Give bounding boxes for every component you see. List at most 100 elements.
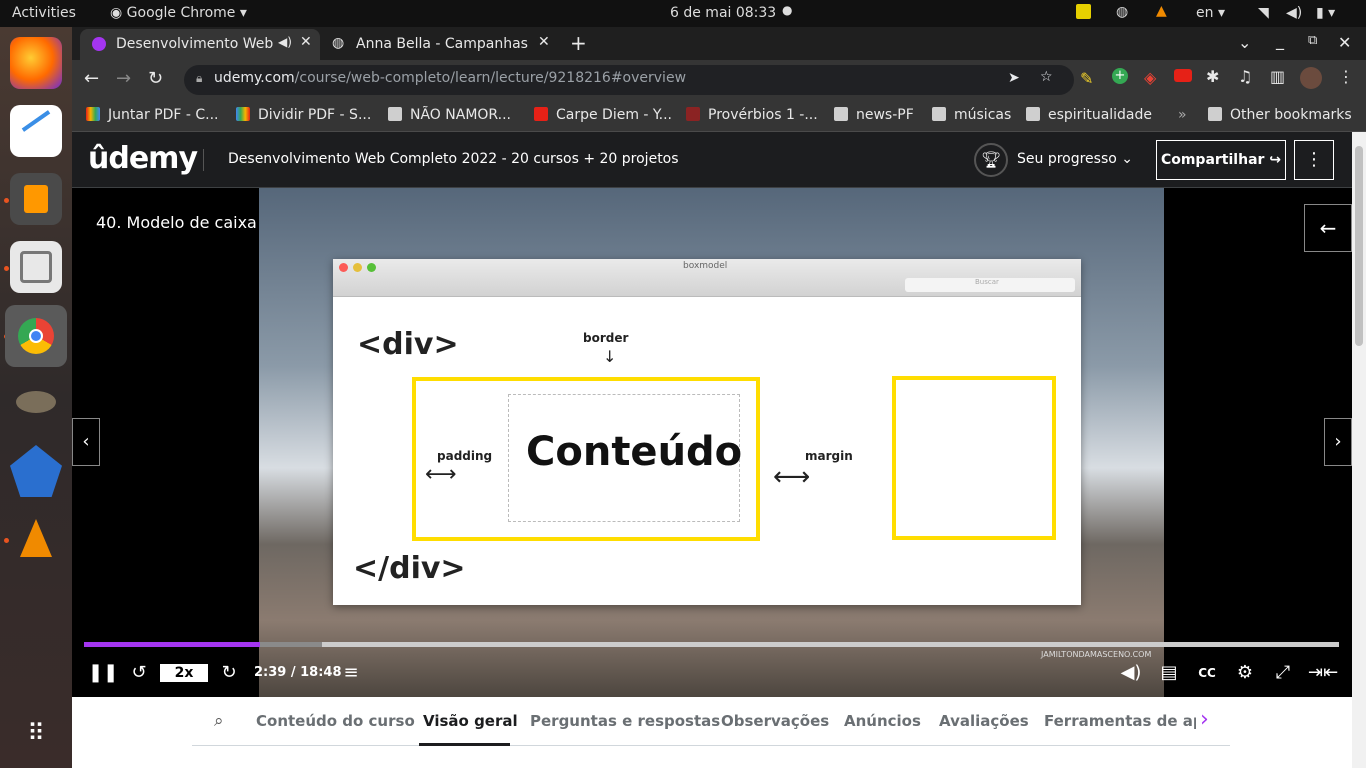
played-bar — [84, 642, 260, 647]
bookmarks-overflow-icon[interactable]: » — [1178, 107, 1187, 123]
tab-notes[interactable]: Observações — [721, 712, 829, 730]
wifi-icon[interactable]: ◥ — [1258, 5, 1269, 21]
share-button[interactable]: Compartilhar ↪ — [1156, 140, 1286, 180]
tabs-scroll-right-icon[interactable]: › — [1200, 707, 1209, 732]
app-store-icon[interactable] — [10, 445, 62, 497]
bookmark-item[interactable]: Provérbios 1 -... — [686, 107, 818, 123]
slide-titlebar: boxmodel Buscar — [333, 259, 1081, 297]
language-indicator[interactable]: en ▾ — [1196, 5, 1225, 21]
show-apps-icon[interactable]: ⠿ — [10, 707, 62, 759]
pause-icon[interactable]: ❚❚ — [88, 660, 118, 686]
battery-icon[interactable]: ▮ ▾ — [1316, 5, 1335, 21]
trophy-icon[interactable]: 🏆︎ — [974, 143, 1008, 177]
audio-playing-icon[interactable]: ◀) — [278, 35, 292, 49]
rewind-icon[interactable]: ↺ — [126, 660, 152, 686]
ext-badge-icon[interactable]: ◈ — [1144, 68, 1156, 87]
forward-icon[interactable]: ↻ — [216, 660, 242, 686]
window-close-icon[interactable]: ✕ — [1338, 33, 1351, 52]
slide-search-field: Buscar — [905, 278, 1075, 292]
clock[interactable]: 6 de mai 08:33 — [670, 5, 776, 21]
padding-arrow-icon: ⟷ — [425, 462, 457, 487]
tab-learning-tools[interactable]: Ferramentas de apre — [1044, 712, 1196, 730]
slide-window-title: boxmodel — [683, 261, 728, 271]
bookmark-folder[interactable]: news-PF — [834, 107, 914, 123]
volume-icon[interactable]: ◀) — [1118, 660, 1144, 686]
back-icon[interactable]: ← — [84, 68, 99, 89]
youtube-ext-icon[interactable] — [1174, 69, 1192, 82]
bookmarks-bar: Juntar PDF - C... Dividir PDF - S... NÃO… — [72, 100, 1366, 132]
tab-close-icon[interactable]: ✕ — [538, 34, 550, 50]
gimp-icon[interactable] — [10, 377, 62, 429]
text-editor-icon[interactable] — [10, 105, 62, 157]
udemy-logo[interactable]: ûdemy — [88, 141, 198, 176]
restore-icon[interactable]: ⧉ — [1308, 33, 1317, 48]
search-icon[interactable]: ⌕ — [214, 711, 224, 731]
prev-lecture-icon[interactable]: ‹ — [72, 418, 100, 466]
theater-mode-icon[interactable]: ⇥⇤ — [1308, 660, 1338, 686]
udemy-header: ûdemy Desenvolvimento Web Completo 2022 … — [72, 132, 1366, 188]
app-menu[interactable]: ◉ Google Chrome ▾ — [110, 5, 247, 21]
tab-close-icon[interactable]: ✕ — [300, 34, 312, 50]
vlc-icon[interactable] — [10, 513, 62, 565]
files-icon[interactable] — [10, 241, 62, 293]
chrome-menu-icon[interactable]: ⋮ — [1338, 67, 1354, 86]
progress-dropdown[interactable]: Seu progresso ⌄ — [1017, 151, 1133, 167]
border-arrow-icon: ↓ — [603, 347, 617, 366]
page-scrollbar[interactable] — [1352, 132, 1366, 768]
extensions-icon[interactable]: ✱ — [1206, 67, 1219, 86]
other-bookmarks[interactable]: Other bookmarks — [1208, 107, 1352, 123]
bookmark-folder[interactable]: espiritualidade — [1026, 107, 1152, 123]
highlighter-ext-icon[interactable]: ✎ — [1080, 69, 1093, 88]
tab-anna-bella[interactable]: ◍ Anna Bella - Campanhas p ✕ — [320, 29, 560, 60]
tab-announcements[interactable]: Anúncios — [844, 712, 921, 730]
progress-track[interactable] — [84, 642, 1339, 647]
bookmark-item[interactable]: Juntar PDF - C... — [86, 107, 219, 123]
next-lecture-icon[interactable]: › — [1324, 418, 1352, 466]
margin-arrow-icon: ⟷ — [773, 462, 811, 492]
tab-overview[interactable]: Visão geral — [423, 712, 518, 730]
sublime-text-icon[interactable] — [10, 173, 62, 225]
video-frame[interactable]: boxmodel Buscar <div> border ↓ Conteúdo … — [259, 188, 1164, 697]
bookmark-item[interactable]: Dividir PDF - S... — [236, 107, 371, 123]
bookmark-star-icon[interactable]: ☆ — [1040, 69, 1053, 85]
time-display: 2:39 / 18:48 — [254, 665, 342, 680]
expand-sidebar-icon[interactable]: ← — [1304, 204, 1352, 252]
firefox-icon[interactable] — [10, 37, 62, 89]
scrollbar-thumb[interactable] — [1355, 146, 1363, 346]
chrome-dock-icon[interactable] — [5, 305, 67, 367]
notification-dot-icon: ● — [782, 3, 793, 17]
volume-icon[interactable]: ◀) — [1286, 5, 1302, 21]
tab-course-content[interactable]: Conteúdo do curso — [256, 712, 415, 730]
send-icon[interactable]: ➤ — [1008, 70, 1020, 86]
new-tab-icon[interactable]: + — [570, 31, 587, 55]
playlist-icon[interactable]: ≡ — [338, 660, 364, 686]
address-bar[interactable]: 🔒︎ udemy.com/course/web-completo/learn/l… — [184, 65, 1074, 95]
playback-speed-button[interactable]: 2x — [160, 664, 208, 682]
tab-search-icon[interactable]: ⌄ — [1238, 33, 1251, 52]
plus-ext-icon[interactable]: + — [1112, 68, 1128, 84]
bookmark-item[interactable]: Carpe Diem - Y... — [534, 107, 672, 123]
profile-avatar[interactable] — [1300, 67, 1322, 89]
vlc-tray-icon[interactable]: ▲ — [1156, 3, 1167, 19]
bookmark-folder[interactable]: NÃO NAMOR... — [388, 107, 511, 123]
course-title[interactable]: Desenvolvimento Web Completo 2022 - 20 c… — [228, 151, 679, 167]
captions-icon[interactable]: CC — [1194, 660, 1220, 686]
notes-icon[interactable] — [1076, 4, 1091, 19]
side-panel-icon[interactable]: ▥ — [1270, 67, 1285, 86]
bookmark-folder[interactable]: músicas — [932, 107, 1011, 123]
media-control-icon[interactable]: ♫ — [1238, 67, 1252, 86]
tab-udemy[interactable]: Desenvolvimento Web ◀) ✕ — [80, 29, 320, 60]
fullscreen-icon[interactable]: ⤢ — [1270, 660, 1296, 686]
activities-button[interactable]: Activities — [12, 5, 76, 21]
tab-reviews[interactable]: Avaliações — [939, 712, 1029, 730]
tab-qa[interactable]: Perguntas e respostas — [530, 712, 720, 730]
dock: ⠿ — [0, 27, 72, 768]
settings-icon[interactable]: ⚙ — [1232, 660, 1258, 686]
minimize-icon[interactable]: _ — [1276, 31, 1284, 50]
more-options-icon[interactable]: ⋮ — [1294, 140, 1334, 180]
video-player[interactable]: boxmodel Buscar <div> border ↓ Conteúdo … — [72, 188, 1366, 697]
forward-icon[interactable]: → — [116, 68, 131, 89]
network-icon[interactable]: ◍ — [1116, 4, 1128, 20]
transcript-icon[interactable]: ▤ — [1156, 660, 1182, 686]
reload-icon[interactable]: ↻ — [148, 68, 163, 89]
